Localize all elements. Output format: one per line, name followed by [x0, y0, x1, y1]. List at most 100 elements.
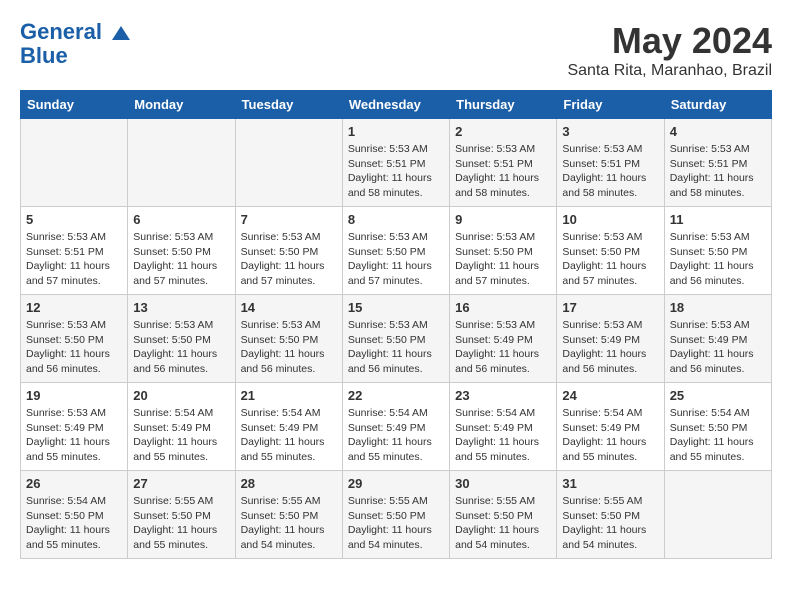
calendar-cell: 2 Sunrise: 5:53 AMSunset: 5:51 PMDaylight… — [450, 119, 557, 207]
calendar-cell: 13Sunrise: 5:53 AMSunset: 5:50 PMDayligh… — [128, 295, 235, 383]
calendar-cell: 16Sunrise: 5:53 AMSunset: 5:49 PMDayligh… — [450, 295, 557, 383]
calendar-cell: 5 Sunrise: 5:53 AMSunset: 5:51 PMDaylight… — [21, 207, 128, 295]
calendar-cell: 7 Sunrise: 5:53 AMSunset: 5:50 PMDaylight… — [235, 207, 342, 295]
calendar-cell: 23 Sunrise: 5:54 AMSunset: 5:49 PMDayligh… — [450, 383, 557, 471]
day-info: Sunrise: 5:54 AMSunset: 5:50 PMDaylight:… — [26, 494, 122, 553]
day-number: 6 — [133, 212, 229, 227]
day-number: 29 — [348, 476, 444, 491]
week-row-1: 1Sunrise: 5:53 AMSunset: 5:51 PMDaylight… — [21, 119, 772, 207]
day-info: Sunrise: 5:55 AMSunset: 5:50 PMDaylight:… — [455, 494, 551, 553]
day-number: 11 — [670, 212, 766, 227]
calendar-cell: 3 Sunrise: 5:53 AMSunset: 5:51 PMDaylight… — [557, 119, 664, 207]
calendar-cell: 1Sunrise: 5:53 AMSunset: 5:51 PMDaylight… — [342, 119, 449, 207]
day-info: Sunrise: 5:53 AMSunset: 5:50 PMDaylight:… — [133, 230, 229, 289]
calendar-cell: 24Sunrise: 5:54 AMSunset: 5:49 PMDayligh… — [557, 383, 664, 471]
day-number: 31 — [562, 476, 658, 491]
day-info: Sunrise: 5:53 AMSunset: 5:50 PMDaylight:… — [241, 318, 337, 377]
day-info: Sunrise: 5:53 AMSunset: 5:50 PMDaylight:… — [562, 230, 658, 289]
calendar-cell: 30 Sunrise: 5:55 AMSunset: 5:50 PMDayligh… — [450, 471, 557, 559]
day-info: Sunrise: 5:53 AMSunset: 5:49 PMDaylight:… — [26, 406, 122, 465]
logo-icon — [110, 22, 132, 44]
day-info: Sunrise: 5:55 AMSunset: 5:50 PMDaylight:… — [348, 494, 444, 553]
day-info: Sunrise: 5:53 AMSunset: 5:50 PMDaylight:… — [670, 230, 766, 289]
day-number: 17 — [562, 300, 658, 315]
day-number: 2 — [455, 124, 551, 139]
day-info: Sunrise: 5:53 AMSunset: 5:51 PMDaylight:… — [26, 230, 122, 289]
calendar-cell: 21 Sunrise: 5:54 AMSunset: 5:49 PMDayligh… — [235, 383, 342, 471]
day-number: 8 — [348, 212, 444, 227]
week-row-4: 19 Sunrise: 5:53 AMSunset: 5:49 PMDayligh… — [21, 383, 772, 471]
header-tuesday: Tuesday — [235, 91, 342, 119]
day-info: Sunrise: 5:53 AMSunset: 5:49 PMDaylight:… — [670, 318, 766, 377]
calendar-cell: 28Sunrise: 5:55 AMSunset: 5:50 PMDayligh… — [235, 471, 342, 559]
header-monday: Monday — [128, 91, 235, 119]
calendar-cell: 8Sunrise: 5:53 AMSunset: 5:50 PMDaylight… — [342, 207, 449, 295]
calendar-cell: 25Sunrise: 5:54 AMSunset: 5:50 PMDayligh… — [664, 383, 771, 471]
calendar-cell: 31 Sunrise: 5:55 AMSunset: 5:50 PMDayligh… — [557, 471, 664, 559]
calendar-cell: 9Sunrise: 5:53 AMSunset: 5:50 PMDaylight… — [450, 207, 557, 295]
logo: General Blue — [20, 20, 132, 68]
calendar-cell — [235, 119, 342, 207]
day-number: 13 — [133, 300, 229, 315]
location: Santa Rita, Maranhao, Brazil — [567, 62, 772, 80]
day-number: 26 — [26, 476, 122, 491]
day-info: Sunrise: 5:53 AMSunset: 5:51 PMDaylight:… — [562, 142, 658, 201]
title-block: May 2024 Santa Rita, Maranhao, Brazil — [567, 20, 772, 80]
day-number: 30 — [455, 476, 551, 491]
calendar-cell: 26 Sunrise: 5:54 AMSunset: 5:50 PMDayligh… — [21, 471, 128, 559]
day-info: Sunrise: 5:54 AMSunset: 5:49 PMDaylight:… — [348, 406, 444, 465]
day-number: 18 — [670, 300, 766, 315]
day-number: 7 — [241, 212, 337, 227]
week-row-3: 12 Sunrise: 5:53 AMSunset: 5:50 PMDayligh… — [21, 295, 772, 383]
day-info: Sunrise: 5:55 AMSunset: 5:50 PMDaylight:… — [562, 494, 658, 553]
calendar-cell — [128, 119, 235, 207]
calendar-cell: 17 Sunrise: 5:53 AMSunset: 5:49 PMDayligh… — [557, 295, 664, 383]
day-info: Sunrise: 5:53 AMSunset: 5:51 PMDaylight:… — [348, 142, 444, 201]
day-info: Sunrise: 5:53 AMSunset: 5:50 PMDaylight:… — [348, 318, 444, 377]
day-info: Sunrise: 5:53 AMSunset: 5:51 PMDaylight:… — [670, 142, 766, 201]
calendar-cell: 12Sunrise: 5:53 AMSunset: 5:50 PMDayligh… — [21, 295, 128, 383]
day-number: 14 — [241, 300, 337, 315]
day-info: Sunrise: 5:53 AMSunset: 5:49 PMDaylight:… — [562, 318, 658, 377]
month-title: May 2024 — [567, 20, 772, 62]
day-number: 22 — [348, 388, 444, 403]
day-number: 15 — [348, 300, 444, 315]
day-info: Sunrise: 5:53 AMSunset: 5:50 PMDaylight:… — [241, 230, 337, 289]
day-info: Sunrise: 5:53 AMSunset: 5:51 PMDaylight:… — [455, 142, 551, 201]
day-number: 5 — [26, 212, 122, 227]
header-wednesday: Wednesday — [342, 91, 449, 119]
day-number: 12 — [26, 300, 122, 315]
day-info: Sunrise: 5:53 AMSunset: 5:49 PMDaylight:… — [455, 318, 551, 377]
day-info: Sunrise: 5:54 AMSunset: 5:49 PMDaylight:… — [455, 406, 551, 465]
day-info: Sunrise: 5:54 AMSunset: 5:49 PMDaylight:… — [562, 406, 658, 465]
calendar-cell — [664, 471, 771, 559]
week-row-5: 26 Sunrise: 5:54 AMSunset: 5:50 PMDayligh… — [21, 471, 772, 559]
calendar-cell: 14 Sunrise: 5:53 AMSunset: 5:50 PMDayligh… — [235, 295, 342, 383]
header-sunday: Sunday — [21, 91, 128, 119]
calendar-cell: 11 Sunrise: 5:53 AMSunset: 5:50 PMDayligh… — [664, 207, 771, 295]
day-info: Sunrise: 5:55 AMSunset: 5:50 PMDaylight:… — [133, 494, 229, 553]
calendar-cell: 6 Sunrise: 5:53 AMSunset: 5:50 PMDaylight… — [128, 207, 235, 295]
calendar-cell: 27 Sunrise: 5:55 AMSunset: 5:50 PMDayligh… — [128, 471, 235, 559]
day-info: Sunrise: 5:54 AMSunset: 5:49 PMDaylight:… — [241, 406, 337, 465]
calendar-cell: 20Sunrise: 5:54 AMSunset: 5:49 PMDayligh… — [128, 383, 235, 471]
day-number: 4 — [670, 124, 766, 139]
day-info: Sunrise: 5:54 AMSunset: 5:50 PMDaylight:… — [670, 406, 766, 465]
header-thursday: Thursday — [450, 91, 557, 119]
calendar-cell: 19 Sunrise: 5:53 AMSunset: 5:49 PMDayligh… — [21, 383, 128, 471]
day-info: Sunrise: 5:53 AMSunset: 5:50 PMDaylight:… — [455, 230, 551, 289]
header-row: Sunday Monday Tuesday Wednesday Thursday… — [21, 91, 772, 119]
header-friday: Friday — [557, 91, 664, 119]
calendar-cell: 15 Sunrise: 5:53 AMSunset: 5:50 PMDayligh… — [342, 295, 449, 383]
calendar-table: Sunday Monday Tuesday Wednesday Thursday… — [20, 90, 772, 559]
day-info: Sunrise: 5:55 AMSunset: 5:50 PMDaylight:… — [241, 494, 337, 553]
day-number: 27 — [133, 476, 229, 491]
day-info: Sunrise: 5:54 AMSunset: 5:49 PMDaylight:… — [133, 406, 229, 465]
day-number: 3 — [562, 124, 658, 139]
calendar-cell: 18 Sunrise: 5:53 AMSunset: 5:49 PMDayligh… — [664, 295, 771, 383]
day-number: 21 — [241, 388, 337, 403]
day-number: 19 — [26, 388, 122, 403]
day-number: 23 — [455, 388, 551, 403]
page-header: General Blue May 2024 Santa Rita, Maranh… — [20, 20, 772, 80]
calendar-cell: 4 Sunrise: 5:53 AMSunset: 5:51 PMDaylight… — [664, 119, 771, 207]
